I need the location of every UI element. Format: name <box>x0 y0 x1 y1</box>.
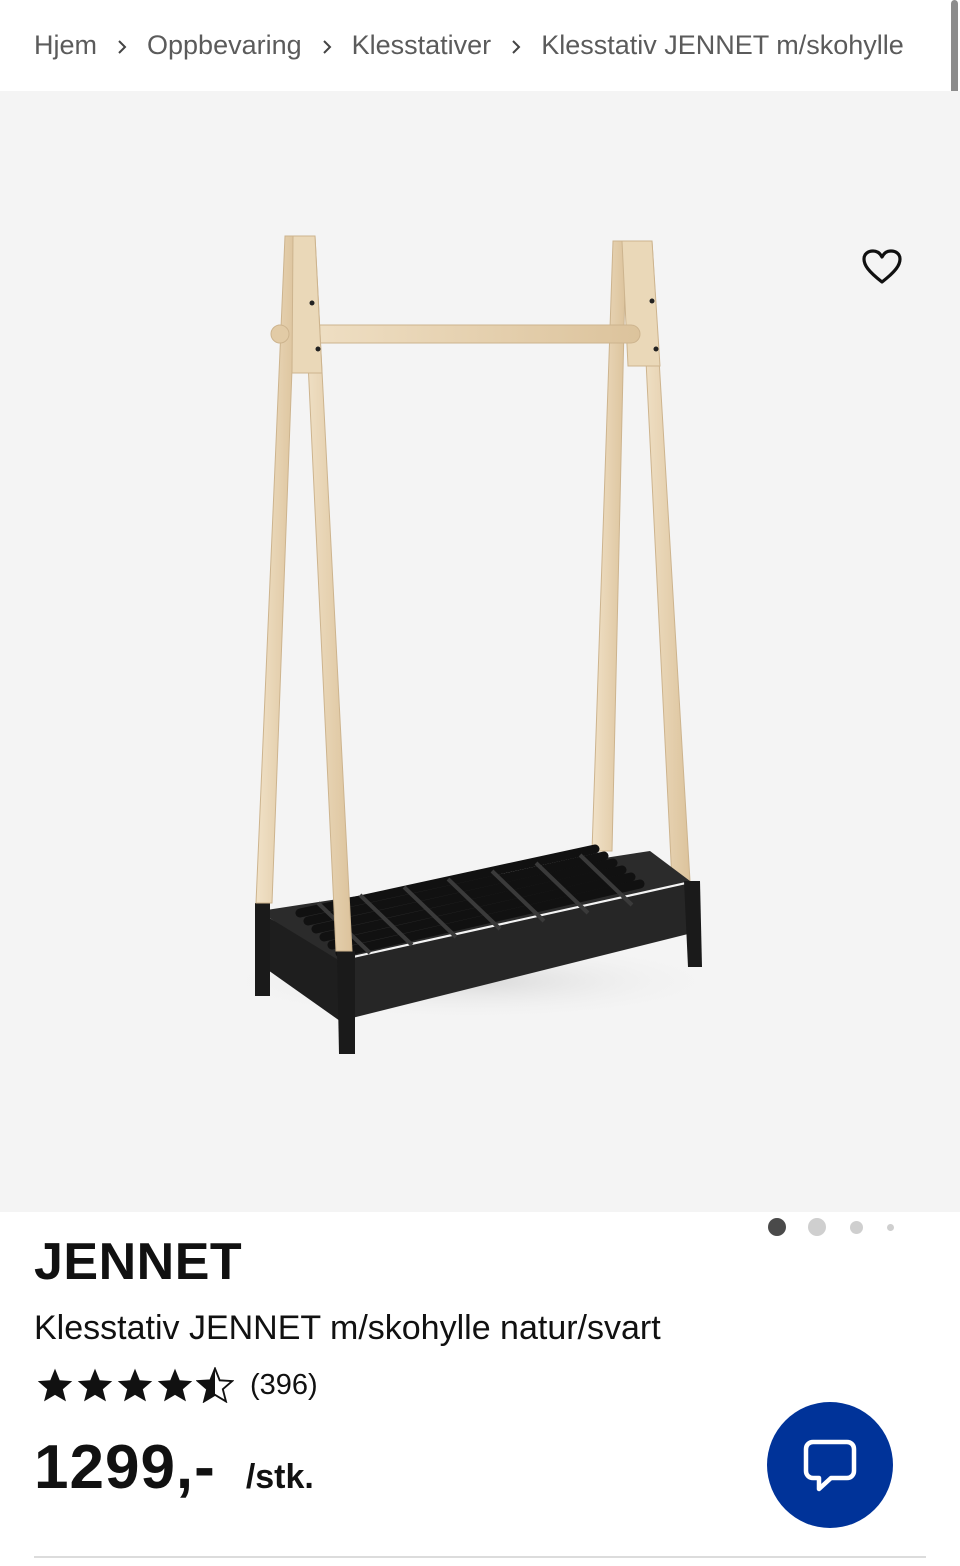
breadcrumb: Hjem Oppbevaring Klesstativer Klesstativ… <box>34 0 934 90</box>
carousel-dots <box>768 1217 894 1237</box>
breadcrumb-current: Klesstativ JENNET m/skohylle <box>541 29 904 60</box>
breadcrumb-home[interactable]: Hjem <box>34 30 97 61</box>
product-brand: JENNET <box>34 1233 243 1291</box>
chat-button[interactable] <box>767 1402 893 1528</box>
star-filled-icon <box>157 1368 193 1402</box>
star-filled-icon <box>77 1368 113 1402</box>
price-unit: /stk. <box>245 1458 314 1496</box>
review-count[interactable]: (396) <box>250 1369 318 1402</box>
carousel-dot[interactable] <box>808 1218 826 1236</box>
divider <box>34 1556 926 1558</box>
product-rating[interactable]: (396) <box>36 1365 318 1405</box>
product-gallery[interactable] <box>0 91 960 1236</box>
chevron-right-icon <box>302 30 352 61</box>
chevron-right-icon <box>97 30 147 61</box>
product-image[interactable] <box>0 91 960 1212</box>
product-page: Hjem Oppbevaring Klesstativer Klesstativ… <box>0 0 960 1566</box>
carousel-dot[interactable] <box>850 1220 863 1234</box>
favorite-button[interactable] <box>856 241 908 293</box>
star-filled-icon <box>37 1368 73 1402</box>
chevron-right-icon <box>491 30 541 61</box>
star-half-icon <box>196 1367 234 1403</box>
star-filled-icon <box>117 1368 153 1402</box>
breadcrumb-klesstativer[interactable]: Klesstativer <box>352 30 492 61</box>
price-row: 1299,- /stk. <box>34 1432 314 1503</box>
rating-stars <box>36 1367 234 1403</box>
breadcrumb-oppbevaring[interactable]: Oppbevaring <box>147 30 302 61</box>
product-subtitle: Klesstativ JENNET m/skohylle natur/svart <box>34 1309 661 1347</box>
product-price: 1299,- <box>34 1433 216 1502</box>
chat-bubble-icon <box>803 1439 857 1492</box>
carousel-dot[interactable] <box>887 1223 894 1231</box>
carousel-dot-active[interactable] <box>768 1218 786 1236</box>
heart-outline-icon <box>862 249 902 284</box>
